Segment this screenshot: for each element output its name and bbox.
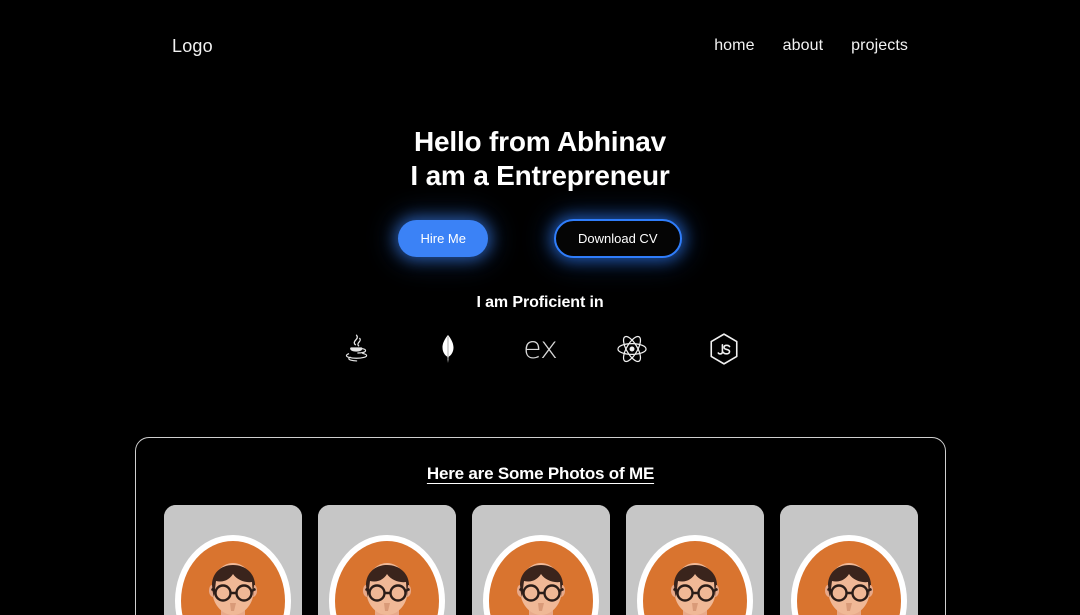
nav-links: home about projects (714, 37, 908, 55)
gallery-title: Here are Some Photos of ME (426, 464, 655, 483)
nav-link-home[interactable]: home (714, 37, 754, 55)
photo-card[interactable] (779, 505, 918, 615)
nodejs-icon[interactable] (703, 328, 745, 370)
express-label: ex (523, 331, 558, 366)
avatar (471, 505, 610, 615)
photo-row (136, 505, 945, 615)
proficient-title: I am Proficient in (476, 294, 604, 311)
download-cv-button[interactable]: Download CV (554, 219, 682, 258)
express-icon[interactable]: ex (519, 328, 561, 370)
logo[interactable]: Logo (172, 36, 213, 57)
hero-section: Hello from Abhinav I am a Entrepreneur H… (0, 125, 1080, 258)
avatar (779, 505, 918, 615)
java-icon[interactable] (335, 328, 377, 370)
photo-card[interactable] (625, 505, 764, 615)
hire-me-button[interactable]: Hire Me (398, 220, 488, 257)
react-icon[interactable] (611, 328, 653, 370)
avatar (163, 505, 302, 615)
nav-link-projects[interactable]: projects (851, 37, 908, 55)
hero-button-group: Hire Me Download CV (0, 219, 1080, 258)
photo-gallery-container: Here are Some Photos of ME (135, 437, 946, 615)
hero-title-line-1: Hello from Abhinav (413, 126, 667, 157)
photo-card[interactable] (471, 505, 610, 615)
mongodb-icon[interactable] (427, 328, 469, 370)
proficient-section: I am Proficient in ex (0, 294, 1080, 370)
photo-card[interactable] (163, 505, 302, 615)
avatar (625, 505, 764, 615)
tech-stack-row: ex (0, 328, 1080, 370)
avatar (317, 505, 456, 615)
navbar: Logo home about projects (0, 0, 1080, 92)
photo-card[interactable] (317, 505, 456, 615)
hero-title-line-2: I am a Entrepreneur (410, 160, 670, 191)
nav-link-about[interactable]: about (783, 37, 824, 55)
page-title: Hello from Abhinav I am a Entrepreneur (0, 125, 1080, 193)
